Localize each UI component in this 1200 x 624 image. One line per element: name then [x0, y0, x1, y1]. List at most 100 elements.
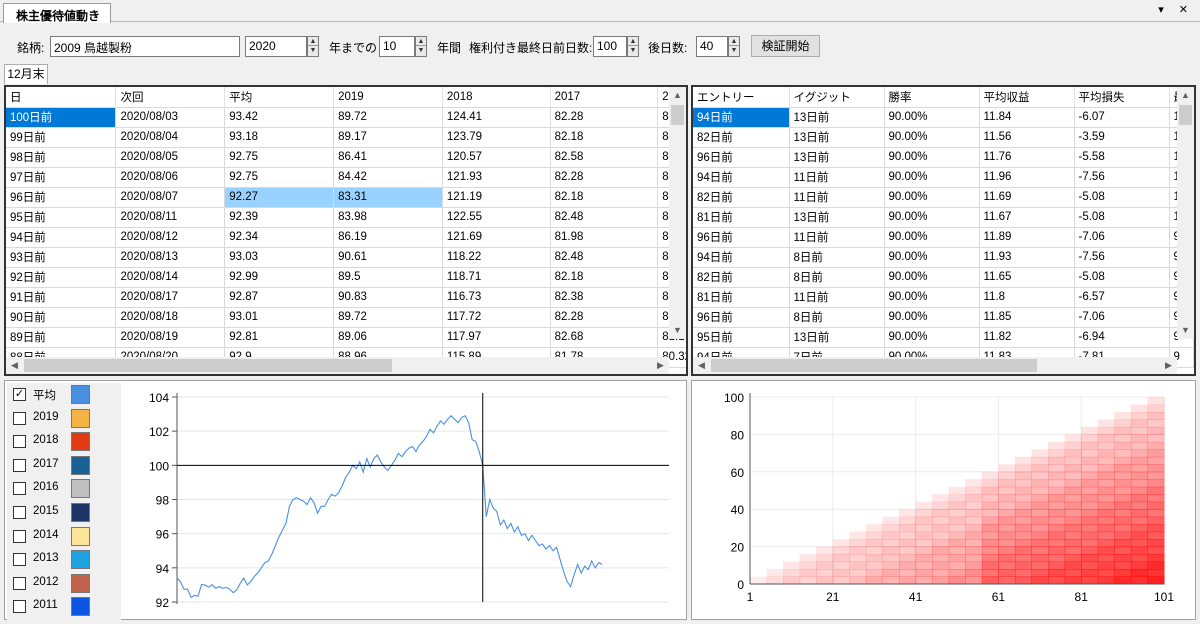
- table-cell[interactable]: 100日前: [6, 107, 117, 128]
- price-grid[interactable]: 日次回平均2019201820172016 100日前2020/08/0393.…: [4, 85, 688, 376]
- legend-item[interactable]: 2015: [13, 503, 121, 523]
- legend-item[interactable]: ✓ 平均: [13, 385, 121, 405]
- table-cell[interactable]: 93.03: [224, 247, 335, 268]
- series-checkbox[interactable]: [13, 600, 26, 614]
- table-cell[interactable]: 8日前: [789, 267, 885, 288]
- table-cell[interactable]: 11.8: [979, 287, 1075, 308]
- color-swatch[interactable]: [71, 526, 90, 546]
- scroll-down-icon[interactable]: ▼: [1177, 322, 1194, 339]
- table-cell[interactable]: 90.00%: [884, 147, 980, 168]
- table-cell[interactable]: 95日前: [693, 327, 790, 348]
- legend-item[interactable]: 2013: [13, 550, 121, 570]
- scroll-thumb[interactable]: [711, 359, 1037, 372]
- table-row[interactable]: 92日前2020/08/1492.9989.5118.7182.1883.03: [6, 267, 686, 288]
- table-cell[interactable]: 92日前: [6, 267, 117, 288]
- series-checkbox[interactable]: [13, 435, 26, 449]
- table-row[interactable]: 81日前13日前90.00%11.67-5.081: [693, 207, 1194, 228]
- legend-item[interactable]: 2014: [13, 526, 121, 547]
- table-cell[interactable]: 117.97: [442, 327, 551, 348]
- days-after-spinner[interactable]: ▲ ▼: [728, 36, 740, 57]
- table-row[interactable]: 82日前13日前90.00%11.56-3.591: [693, 127, 1194, 148]
- table-cell[interactable]: -7.06: [1074, 227, 1170, 248]
- days-before-spinner[interactable]: ▲ ▼: [627, 36, 639, 57]
- table-row[interactable]: 97日前2020/08/0692.7584.42121.9382.2883.27: [6, 167, 686, 188]
- table-cell[interactable]: 11.82: [979, 327, 1075, 348]
- table-cell[interactable]: 89.06: [333, 327, 443, 348]
- years-spinner[interactable]: ▲ ▼: [415, 36, 427, 57]
- spin-up-icon[interactable]: ▲: [416, 37, 426, 46]
- table-row[interactable]: 99日前2020/08/0493.1889.17123.7982.1884.38: [6, 127, 686, 148]
- table-cell[interactable]: 90.00%: [884, 167, 980, 188]
- table-cell[interactable]: 90.00%: [884, 327, 980, 348]
- table-cell[interactable]: 92.75: [224, 167, 335, 188]
- legend-item[interactable]: 2017: [13, 455, 121, 476]
- table-cell[interactable]: 90.61: [333, 247, 443, 268]
- column-header[interactable]: 次回: [115, 87, 226, 108]
- column-header[interactable]: 2018: [442, 87, 551, 108]
- price-line-chart[interactable]: 92 94 96 98 100 102 104: [121, 381, 686, 619]
- table-cell[interactable]: -6.94: [1074, 327, 1170, 348]
- table-cell[interactable]: -7.56: [1074, 167, 1170, 188]
- scroll-thumb[interactable]: [671, 105, 684, 125]
- series-checkbox[interactable]: ✓: [13, 388, 26, 401]
- table-cell[interactable]: 2020/08/04: [115, 127, 226, 148]
- scroll-left-icon[interactable]: ◀: [693, 357, 710, 374]
- table-row[interactable]: 89日前2020/08/1992.8189.06117.9782.6881.18: [6, 327, 686, 348]
- column-header[interactable]: 2019: [333, 87, 443, 108]
- table-cell[interactable]: 82日前: [693, 267, 790, 288]
- table-cell[interactable]: 86.19: [333, 227, 443, 248]
- table-row[interactable]: 90日前2020/08/1893.0189.72117.7282.2882.41: [6, 307, 686, 328]
- series-checkbox[interactable]: [13, 506, 26, 519]
- table-cell[interactable]: 2020/08/14: [115, 267, 226, 288]
- window-controls[interactable]: ▾ ✕: [1158, 3, 1194, 16]
- table-row[interactable]: 96日前8日前90.00%11.85-7.069: [693, 307, 1194, 328]
- table-cell[interactable]: 84.42: [333, 167, 443, 188]
- table-cell[interactable]: 13日前: [789, 207, 885, 228]
- scroll-up-icon[interactable]: ▲: [669, 87, 686, 104]
- table-row[interactable]: 82日前8日前90.00%11.65-5.089: [693, 267, 1194, 288]
- table-cell[interactable]: 116.73: [442, 287, 551, 308]
- table-cell[interactable]: 13日前: [789, 327, 885, 348]
- table-cell[interactable]: 93.42: [224, 107, 335, 128]
- table-row[interactable]: 91日前2020/08/1792.8790.83116.7382.3882.66: [6, 287, 686, 308]
- table-cell[interactable]: 2020/08/18: [115, 307, 226, 328]
- table-cell[interactable]: 93.01: [224, 307, 335, 328]
- table-cell[interactable]: -6.57: [1074, 287, 1170, 308]
- table-cell[interactable]: 89.72: [333, 107, 443, 128]
- table-cell[interactable]: 11日前: [789, 287, 885, 308]
- series-checkbox[interactable]: [13, 482, 26, 496]
- table-cell[interactable]: -5.08: [1074, 267, 1170, 288]
- table-cell[interactable]: 11日前: [789, 167, 885, 188]
- table-cell[interactable]: 82.18: [550, 187, 659, 208]
- table-cell[interactable]: 120.57: [442, 147, 551, 168]
- color-swatch[interactable]: [71, 432, 90, 452]
- strategy-grid[interactable]: エントリーイグジット勝率平均収益平均損失最 94日前13日前90.00%11.8…: [691, 85, 1196, 376]
- days-after-input[interactable]: 40: [696, 36, 728, 57]
- table-row[interactable]: 81日前11日前90.00%11.8-6.579: [693, 287, 1194, 308]
- table-cell[interactable]: -3.59: [1074, 127, 1170, 148]
- scroll-right-icon[interactable]: ▶: [652, 357, 669, 374]
- scroll-thumb[interactable]: [24, 359, 392, 372]
- price-grid-hscroll[interactable]: ◀ ▶: [6, 357, 669, 374]
- table-cell[interactable]: 89.72: [333, 307, 443, 328]
- table-cell[interactable]: 82.28: [550, 107, 659, 128]
- table-cell[interactable]: 13日前: [789, 147, 885, 168]
- table-row[interactable]: 93日前2020/08/1393.0390.61118.2282.4882.9: [6, 247, 686, 268]
- table-cell[interactable]: 90.00%: [884, 287, 980, 308]
- spin-down-icon[interactable]: ▼: [416, 46, 426, 55]
- table-cell[interactable]: 90.00%: [884, 187, 980, 208]
- table-row[interactable]: 96日前13日前90.00%11.76-5.581: [693, 147, 1194, 168]
- table-cell[interactable]: 11.69: [979, 187, 1075, 208]
- spin-up-icon[interactable]: ▲: [729, 37, 739, 46]
- table-cell[interactable]: 90.00%: [884, 267, 980, 288]
- table-cell[interactable]: 82.28: [550, 307, 659, 328]
- table-cell[interactable]: -5.58: [1074, 147, 1170, 168]
- table-cell[interactable]: 96日前: [693, 227, 790, 248]
- strategy-grid-hscroll[interactable]: ◀ ▶: [693, 357, 1177, 374]
- table-cell[interactable]: 81日前: [693, 287, 790, 308]
- table-cell[interactable]: 90.00%: [884, 247, 980, 268]
- table-cell[interactable]: 2020/08/11: [115, 207, 226, 228]
- table-cell[interactable]: 83.98: [333, 207, 443, 228]
- year-spinner[interactable]: ▲ ▼: [307, 36, 319, 57]
- table-cell[interactable]: 89.5: [333, 267, 443, 288]
